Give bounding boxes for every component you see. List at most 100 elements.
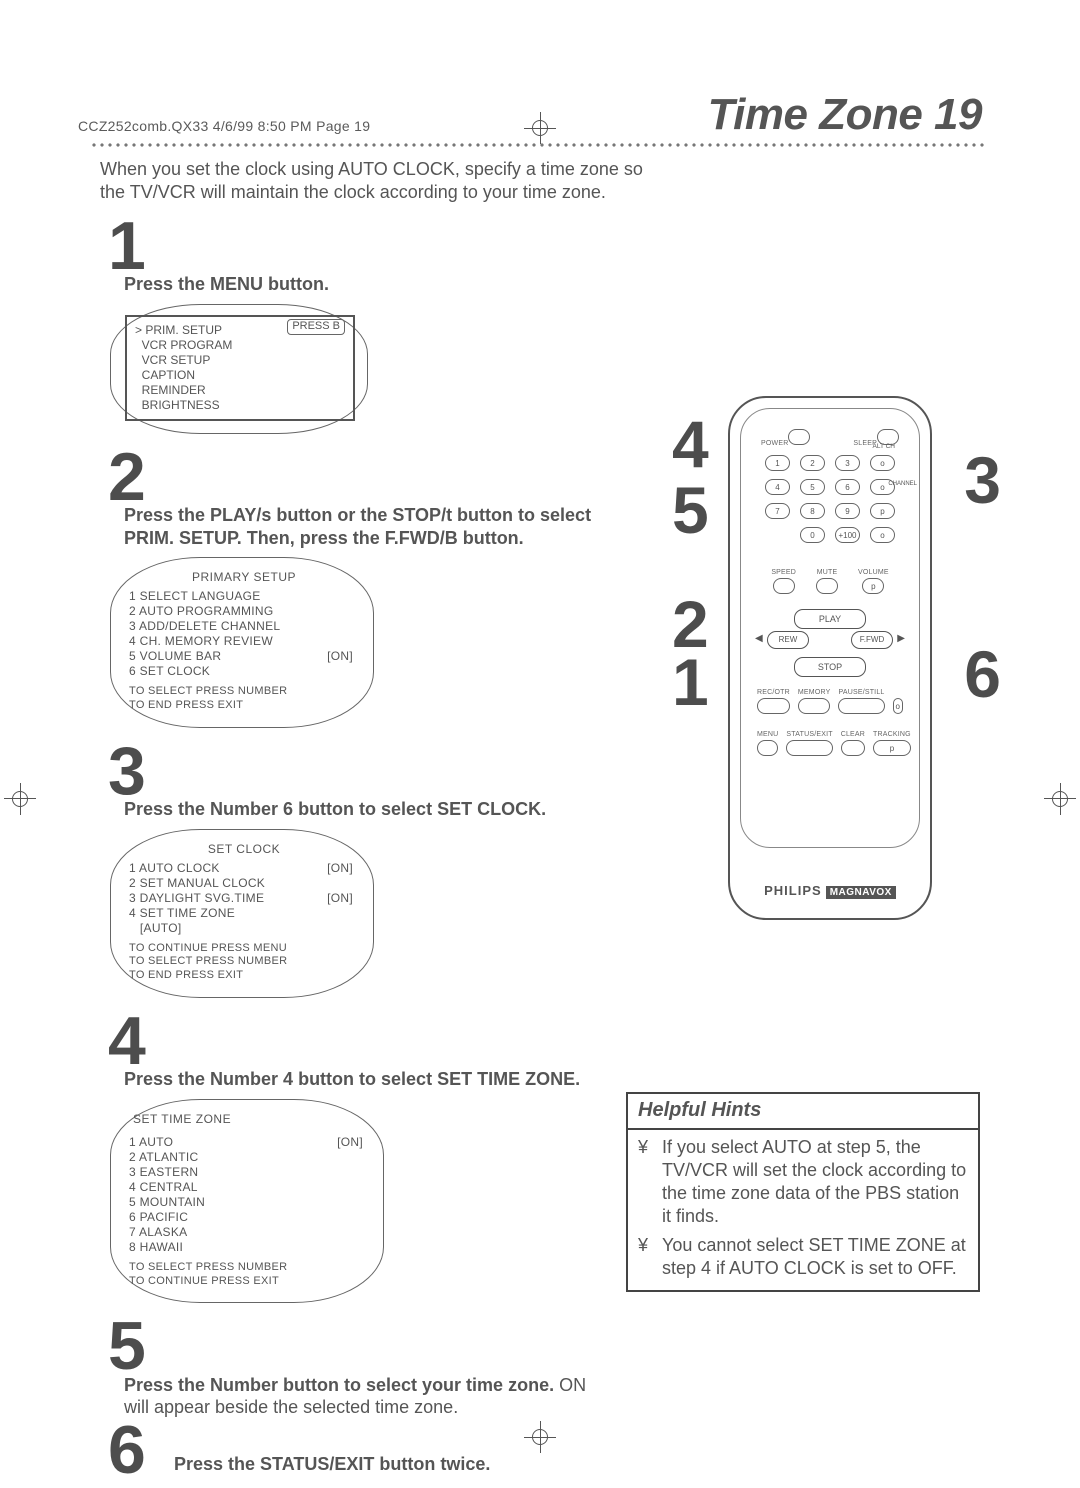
vol-down-button[interactable]: p — [862, 578, 884, 594]
pause-button[interactable] — [838, 698, 884, 714]
step-2-line-b: PRIM. SETUP. Then, press the F.FWD/B but… — [124, 528, 524, 548]
remote-callout-1: 1 — [672, 644, 706, 720]
num-9[interactable]: 9 — [835, 503, 860, 519]
step-5-bold: Press the Number button to select your t… — [124, 1375, 559, 1395]
step-3-text: Press the Number 6 button to select SET … — [124, 798, 684, 821]
num-3[interactable]: 3 — [835, 455, 860, 471]
screen-title: PRIMARY SETUP — [129, 570, 359, 585]
clear-label: CLEAR — [841, 731, 865, 738]
stop-button[interactable]: STOP — [794, 657, 866, 677]
brand-magnavox: MAGNAVOX — [826, 886, 896, 899]
screen-row: 4 CH. MEMORY REVIEW — [129, 634, 359, 649]
hint-item: You cannot select SET TIME ZONE at step … — [652, 1234, 972, 1280]
menu-row: VCR SETUP — [135, 353, 345, 368]
mute-button[interactable] — [816, 578, 838, 594]
screen-row: 2 ATLANTIC — [129, 1150, 369, 1165]
ch-down-button[interactable]: p — [870, 503, 895, 519]
num-7[interactable]: 7 — [765, 503, 790, 519]
brand-row: PHILIPS MAGNAVOX — [730, 883, 930, 898]
num-4[interactable]: 4 — [765, 479, 790, 495]
crop-mark-right — [1050, 789, 1070, 809]
screen-footer: TO CONTINUE PRESS MENU TO SELECT PRESS N… — [129, 942, 359, 983]
channel-label: CHANNEL — [888, 481, 917, 487]
intro-text: When you set the clock using AUTO CLOCK,… — [100, 158, 660, 203]
step-number-5: 5 — [108, 1319, 1080, 1373]
altch-button[interactable]: o — [870, 455, 895, 471]
brand-philips: PHILIPS — [764, 883, 822, 898]
mute-label: MUTE — [817, 569, 838, 576]
left-tri-icon: ◀ — [755, 633, 763, 644]
right-tri-icon: ▶ — [897, 633, 905, 644]
menu-row: BRIGHTNESS — [135, 398, 345, 413]
screen-row: 3 DAYLIGHT SVG.TIME[ON] — [129, 891, 359, 906]
screen-footer: TO SELECT PRESS NUMBER TO CONTINUE PRESS… — [129, 1261, 369, 1289]
screen-row: 6 PACIFIC — [129, 1210, 369, 1225]
remote-callout-4: 4 — [672, 406, 706, 482]
speed-button[interactable] — [773, 578, 795, 594]
num-5[interactable]: 5 — [800, 479, 825, 495]
screen-row: 1 AUTO CLOCK[ON] — [129, 861, 359, 876]
remote-callout-3: 3 — [964, 442, 998, 518]
screen-row: 4 SET TIME ZONE — [129, 906, 359, 921]
num-8[interactable]: 8 — [800, 503, 825, 519]
screen-footer: TO SELECT PRESS NUMBER TO END PRESS EXIT — [129, 685, 359, 713]
screen-row: 5 MOUNTAIN — [129, 1195, 369, 1210]
remote-diagram: 4 5 2 1 3 6 POWER SLEEP ALT CH 1 2 3 o 4… — [680, 396, 980, 956]
num-1[interactable]: 1 — [765, 455, 790, 471]
step-4-text: Press the Number 4 button to select SET … — [124, 1068, 684, 1091]
screen-prim-setup: PRESS B > PRIM. SETUP VCR PROGRAM VCR SE… — [110, 304, 368, 434]
status-label: STATUS/EXIT — [786, 731, 832, 738]
status-exit-button[interactable] — [786, 740, 832, 756]
step-2-line-a: Press the PLAY/s button or the STOP/t bu… — [124, 505, 591, 525]
screen-row: [AUTO] — [129, 921, 359, 936]
plus-100-button[interactable]: +100 — [835, 527, 860, 543]
running-head: CCZ252comb.QX33 4/6/99 8:50 PM Page 19 — [78, 118, 370, 134]
screen-row: 8 HAWAII — [129, 1240, 369, 1255]
ffwd-button[interactable]: F.FWD — [851, 631, 893, 649]
rec-button[interactable] — [757, 698, 790, 714]
altch-label: ALT CH — [872, 443, 895, 450]
memory-button[interactable] — [798, 698, 831, 714]
numpad: 1 2 3 o 4 5 6 o 7 8 9 p 0 +100 o — [765, 455, 895, 543]
screen-title: SET CLOCK — [129, 842, 359, 857]
clear-button[interactable] — [841, 740, 865, 756]
screen-set-clock: SET CLOCK 1 AUTO CLOCK[ON] 2 SET MANUAL … — [110, 829, 374, 998]
tracking-up-label — [897, 689, 899, 696]
hints-heading: Helpful Hints — [628, 1094, 978, 1130]
play-button[interactable]: PLAY — [794, 609, 866, 629]
volume-label: VOLUME — [858, 569, 889, 576]
menu-label: MENU — [757, 731, 778, 738]
remote-callout-6: 6 — [964, 636, 998, 712]
memory-label: MEMORY — [798, 689, 831, 696]
pressb-badge: PRESS B — [287, 319, 345, 335]
screen-row: 2 AUTO PROGRAMMING — [129, 604, 359, 619]
num-2[interactable]: 2 — [800, 455, 825, 471]
screen-row: 2 SET MANUAL CLOCK — [129, 876, 359, 891]
screen-row: 4 CENTRAL — [129, 1180, 369, 1195]
screen-row: 6 SET CLOCK — [129, 664, 359, 679]
dot-separator — [90, 142, 984, 148]
step-number-4: 4 — [108, 1014, 1080, 1068]
screen-row: 1 SELECT LANGUAGE — [129, 589, 359, 604]
helpful-hints-box: Helpful Hints If you select AUTO at step… — [626, 1092, 980, 1292]
step-1-text: Press the MENU button. — [124, 273, 684, 296]
menu-button[interactable] — [757, 740, 778, 756]
step-6-text: Press the STATUS/EXIT button twice. — [174, 1453, 734, 1476]
screen-row: 7 ALASKA — [129, 1225, 369, 1240]
tracking-down-button[interactable]: p — [873, 740, 911, 756]
remote-inner: POWER SLEEP ALT CH 1 2 3 o 4 5 6 o 7 8 9… — [740, 408, 920, 848]
step-5-tail: will appear beside the selected time zon… — [124, 1397, 458, 1417]
num-6[interactable]: 6 — [835, 479, 860, 495]
num-0[interactable]: 0 — [800, 527, 825, 543]
screen-row: 3 EASTERN — [129, 1165, 369, 1180]
vol-up-button[interactable]: o — [870, 527, 895, 543]
rew-button[interactable]: REW — [767, 631, 809, 649]
step-5-on: ON — [559, 1375, 586, 1395]
tracking-up-button[interactable]: o — [893, 698, 903, 714]
step-5-text: Press the Number button to select your t… — [124, 1374, 684, 1419]
step-2-text: Press the PLAY/s button or the STOP/t bu… — [124, 504, 684, 549]
remote-outline: POWER SLEEP ALT CH 1 2 3 o 4 5 6 o 7 8 9… — [728, 396, 932, 920]
power-button[interactable] — [788, 429, 810, 445]
speed-label: SPEED — [771, 569, 796, 576]
crop-mark-bottom — [530, 1427, 550, 1447]
